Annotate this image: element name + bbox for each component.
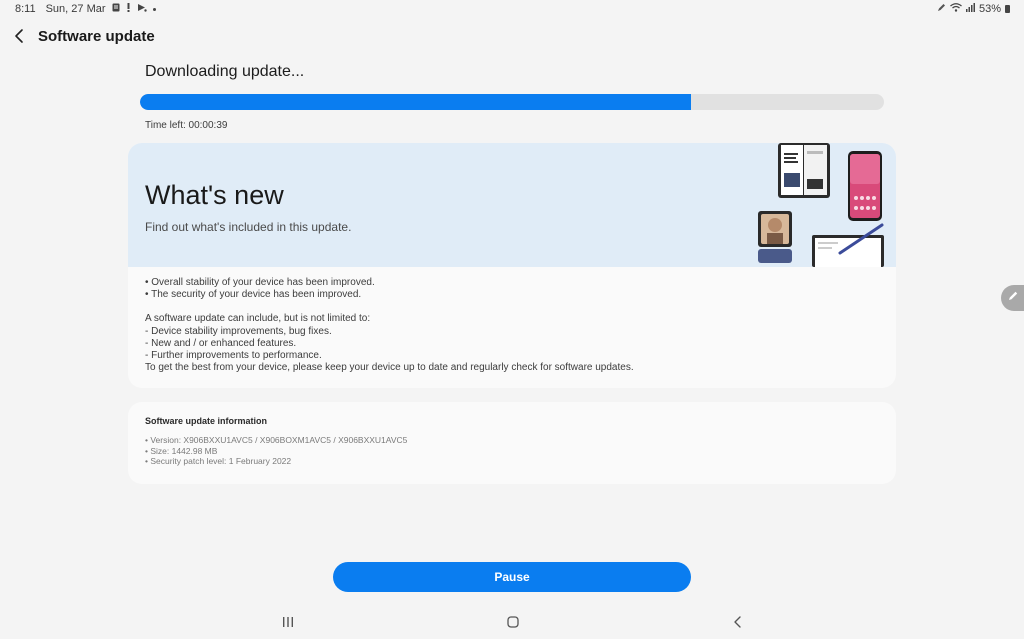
time-left-text: Time left: 00:00:39 — [145, 120, 228, 131]
download-progress-bar — [140, 94, 884, 110]
pause-button[interactable]: Pause — [333, 562, 691, 592]
whats-new-title: What's new — [145, 180, 284, 210]
update-info-security-patch: • Security patch level: 1 February 2022 — [145, 456, 292, 466]
whats-new-line: - Device stability improvements, bug fix… — [145, 325, 332, 337]
update-info-card: Software update information • Version: X… — [128, 402, 896, 484]
devices-illustration — [748, 143, 896, 267]
update-info-title: Software update information — [145, 416, 268, 426]
whats-new-line: - Further improvements to performance. — [145, 350, 322, 362]
status-bar: 8:11 Sun, 27 Mar 53% — [0, 0, 1024, 18]
recent-apps-icon[interactable] — [278, 614, 298, 630]
whats-new-details: • Overall stability of your device has b… — [145, 277, 875, 374]
whats-new-line: • Overall stability of your device has b… — [145, 277, 375, 288]
edge-panel-handle[interactable] — [1001, 285, 1024, 311]
navigation-bar — [0, 608, 1024, 639]
whats-new-subtitle: Find out what's included in this update. — [145, 220, 352, 234]
download-status-title: Downloading update... — [145, 63, 305, 80]
whats-new-spacer — [145, 301, 875, 313]
app-header: Software update — [0, 22, 400, 52]
status-time: 8:11 — [15, 3, 36, 15]
alert-icon — [126, 3, 131, 15]
status-date: Sun, 27 Mar — [45, 3, 106, 15]
pen-icon — [937, 3, 946, 15]
status-bar-left: 8:11 Sun, 27 Mar — [15, 3, 156, 15]
whats-new-banner: What's new Find out what's included in t… — [128, 143, 896, 267]
update-info-lines: • Version: X906BXXU1AVC5 / X906BOXM1AVC5… — [145, 435, 407, 467]
download-progress-fill — [140, 94, 691, 110]
battery-icon — [1005, 5, 1010, 13]
more-notifications-dot — [152, 7, 156, 11]
whats-new-line: A software update can include, but is no… — [145, 313, 371, 325]
signal-icon — [965, 3, 975, 15]
whats-new-line: • The security of your device has been i… — [145, 289, 362, 301]
update-info-size: • Size: 1442.98 MB — [145, 445, 218, 456]
whats-new-line: To get the best from your device, please… — [145, 362, 634, 374]
page-title: Software update — [38, 28, 155, 45]
nav-back-icon[interactable] — [728, 614, 748, 630]
whats-new-card: What's new Find out what's included in t… — [128, 143, 896, 388]
home-icon[interactable] — [503, 614, 523, 630]
update-info-version: • Version: X906BXXU1AVC5 / X906BOXM1AVC5… — [145, 435, 408, 445]
back-arrow-icon[interactable] — [12, 27, 28, 45]
cast-icon — [137, 3, 147, 15]
whats-new-line: - New and / or enhanced features. — [145, 337, 297, 349]
wifi-icon — [950, 3, 962, 15]
status-bar-right: 53% — [937, 3, 1010, 15]
battery-level: 53% — [978, 3, 1001, 15]
notification-icon — [112, 3, 120, 15]
pencil-icon — [1007, 289, 1019, 307]
